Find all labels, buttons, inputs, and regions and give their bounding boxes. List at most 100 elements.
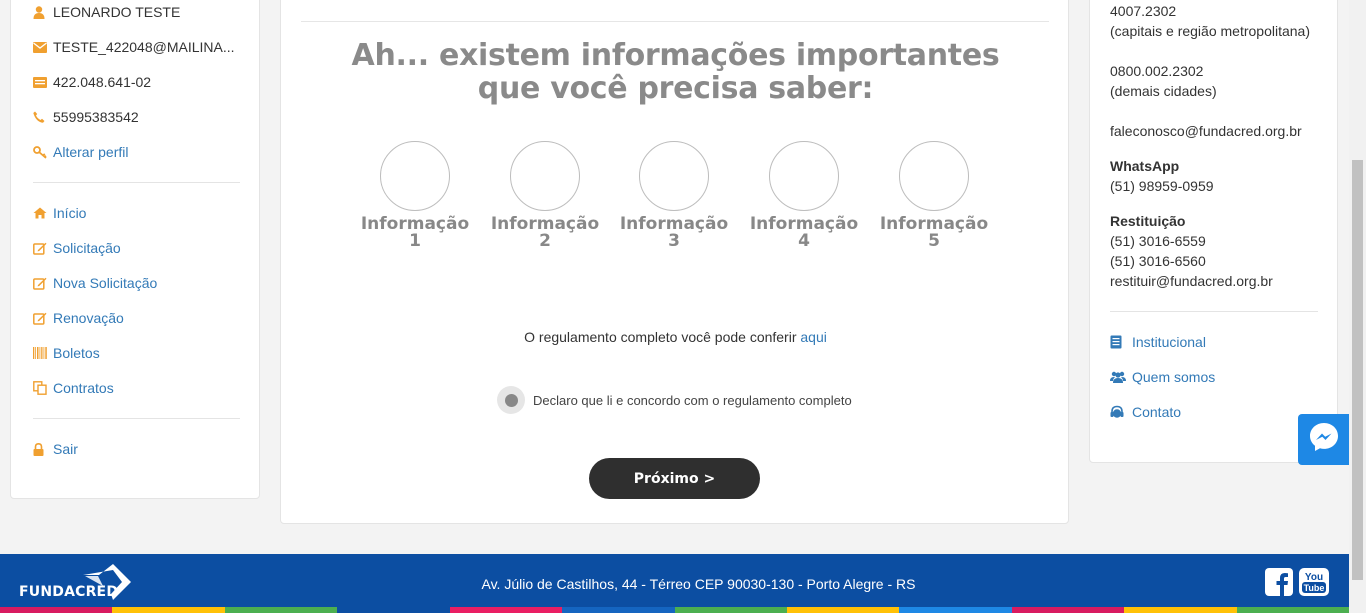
quem-somos-label: Quem somos: [1132, 369, 1216, 385]
nav-label: Solicitação: [53, 240, 121, 256]
svg-text:You: You: [1305, 572, 1323, 583]
nav-label: Nova Solicitação: [53, 275, 158, 291]
restituicao-email: restituir@fundacred.org.br: [1110, 273, 1273, 289]
nav-item-boletos[interactable]: Boletos: [33, 343, 100, 363]
messenger-chat-button[interactable]: [1298, 414, 1350, 465]
next-button[interactable]: Próximo >: [589, 458, 760, 499]
youtube-icon[interactable]: You Tube: [1299, 568, 1329, 601]
logout-label: Sair: [53, 441, 78, 457]
declare-radio[interactable]: Declaro que li e concordo com o regulame…: [497, 386, 852, 414]
info-circle[interactable]: [899, 141, 969, 211]
nav-item-renovacao[interactable]: Renovação: [33, 308, 124, 328]
institucional-label: Institucional: [1132, 334, 1206, 350]
copy-icon: [33, 381, 53, 395]
profile-phone-row: 55995383542: [33, 107, 139, 127]
institucional-link[interactable]: Institucional: [1110, 332, 1206, 352]
key-icon: [33, 145, 53, 159]
divider: [33, 418, 240, 419]
contato-link[interactable]: Contato: [1110, 402, 1181, 422]
info-circle[interactable]: [510, 141, 580, 211]
contato-label: Contato: [1132, 404, 1182, 420]
edit-icon: [33, 312, 53, 325]
profile-name-row: LEONARDO TESTE: [33, 2, 180, 22]
phone2-note: (demais cidades): [1110, 83, 1217, 99]
users-icon: [1110, 371, 1132, 383]
footer-address: Av. Júlio de Castilhos, 44 - Térreo CEP …: [481, 576, 916, 592]
nav-item-inicio[interactable]: Início: [33, 203, 86, 223]
restituicao-phone2: (51) 3016-6560: [1110, 253, 1206, 269]
nav-label: Início: [53, 205, 87, 221]
profile-cpf-row: 422.048.641-02: [33, 72, 151, 92]
home-icon: [33, 207, 53, 219]
edit-icon: [33, 242, 53, 255]
info-label: Informação 5: [879, 214, 989, 251]
edit-profile-label: Alterar perfil: [53, 144, 129, 160]
headset-icon: [1110, 405, 1132, 419]
footer: FUNDACRED Av. Júlio de Castilhos, 44 - T…: [0, 554, 1350, 613]
regulation-link[interactable]: aqui: [800, 329, 826, 345]
envelope-icon: [33, 41, 53, 53]
edit-profile-link[interactable]: Alterar perfil: [33, 142, 128, 162]
lock-icon: [33, 442, 53, 456]
nav-label: Renovação: [53, 310, 124, 326]
info-circle[interactable]: [380, 141, 450, 211]
declare-label[interactable]: Declaro que li e concordo com o regulame…: [533, 393, 852, 408]
nav-item-nova-solicitacao[interactable]: Nova Solicitação: [33, 273, 157, 293]
info-item-3[interactable]: Informação 3: [619, 141, 729, 250]
radio-dot: [504, 393, 518, 407]
phone1-note: (capitais e região metropolitana): [1110, 23, 1310, 39]
info-label: Informação 3: [619, 214, 729, 251]
profile-email-row: TESTE_422048@MAILINA...: [33, 37, 235, 57]
nav-item-contratos[interactable]: Contratos: [33, 378, 114, 398]
divider: [33, 182, 240, 183]
book-icon: [1110, 335, 1132, 349]
info-circle[interactable]: [769, 141, 839, 211]
restituicao-title: Restituição: [1110, 213, 1186, 229]
info-item-1[interactable]: Informação 1: [360, 141, 470, 250]
restituicao-phone1: (51) 3016-6559: [1110, 233, 1206, 249]
profile-name: LEONARDO TESTE: [53, 4, 181, 20]
info-circle[interactable]: [639, 141, 709, 211]
logout-link[interactable]: Sair: [33, 439, 78, 459]
radio-button[interactable]: [497, 386, 525, 414]
phone2: 0800.002.2302: [1110, 63, 1204, 79]
info-label: Informação 4: [749, 214, 859, 251]
divider: [301, 21, 1049, 22]
whatsapp-title: WhatsApp: [1110, 158, 1180, 174]
profile-sidebar: LEONARDO TESTE TESTE_422048@MAILINA... 4…: [10, 0, 260, 499]
info-item-5[interactable]: Informação 5: [879, 141, 989, 250]
quem-somos-link[interactable]: Quem somos: [1110, 367, 1215, 387]
regulation-text: O regulamento completo você pode conferi…: [524, 329, 797, 345]
info-item-4[interactable]: Informação 4: [749, 141, 859, 250]
svg-text:Tube: Tube: [1304, 583, 1325, 593]
nav-label: Boletos: [53, 345, 100, 361]
nav-label: Contratos: [53, 380, 114, 396]
page-scrollbar[interactable]: [1349, 0, 1366, 613]
footer-color-stripes: [0, 607, 1350, 613]
info-label: Informação 2: [490, 214, 600, 251]
nav-item-solicitacao[interactable]: Solicitação: [33, 238, 121, 258]
regulation-line: O regulamento completo você pode conferi…: [281, 329, 1070, 345]
page-title-line1: Ah... existem informações importantes: [351, 38, 1000, 73]
contact-email: faleconosco@fundacred.org.br: [1110, 123, 1302, 139]
profile-phone: 55995383542: [53, 109, 139, 125]
profile-email: TESTE_422048@MAILINA...: [53, 39, 235, 55]
main-content: Ah... existem informações importantes qu…: [280, 0, 1069, 524]
info-label: Informação 1: [360, 214, 470, 251]
profile-cpf: 422.048.641-02: [53, 74, 152, 90]
info-item-2[interactable]: Informação 2: [490, 141, 600, 250]
contact-sidebar: 4007.2302 (capitais e região metropolita…: [1089, 0, 1338, 463]
phone-icon: [33, 111, 53, 123]
barcode-icon: [33, 347, 53, 359]
edit-icon: [33, 277, 53, 290]
messenger-icon: [1307, 420, 1341, 459]
page-title-line2: que você precisa saber:: [477, 71, 874, 106]
facebook-icon[interactable]: [1265, 568, 1293, 601]
phone1: 4007.2302: [1110, 3, 1177, 19]
id-card-icon: [33, 76, 53, 88]
whatsapp-number: (51) 98959-0959: [1110, 178, 1214, 194]
divider: [1110, 311, 1318, 312]
scrollbar-thumb[interactable]: [1352, 160, 1363, 580]
page-title: Ah... existem informações importantes qu…: [281, 39, 1070, 105]
user-icon: [33, 5, 53, 19]
